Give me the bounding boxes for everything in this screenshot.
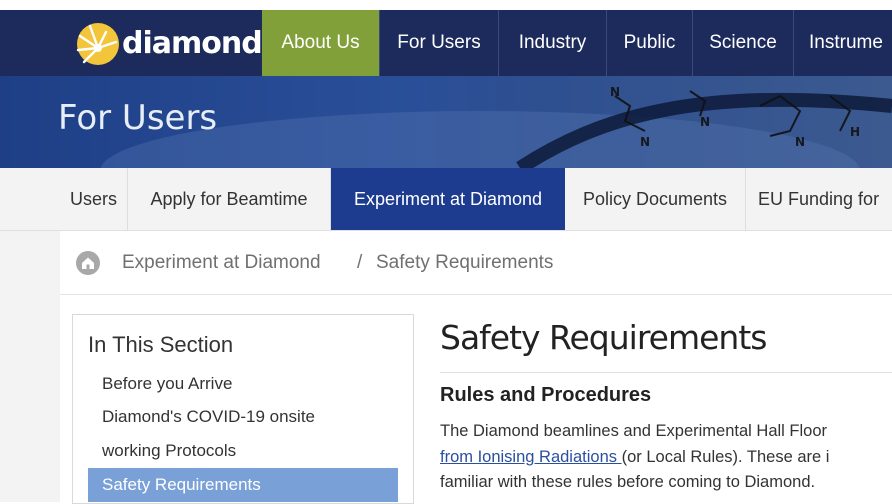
breadcrumb-separator: /	[357, 252, 363, 273]
section-heading: Rules and Procedures	[440, 384, 652, 406]
nav-for-users[interactable]: For Users	[379, 10, 498, 76]
home-icon[interactable]	[76, 251, 100, 275]
svg-text:N: N	[700, 115, 710, 129]
diamond-logo[interactable]: diamond	[72, 10, 263, 76]
paragraph-line-3: familiar with these rules before coming …	[440, 473, 816, 491]
sidebar-item-safety-requirements-label: Safety Requirements	[102, 475, 261, 494]
breadcrumb-experiment-at-diamond[interactable]: Experiment at Diamond	[122, 252, 321, 274]
sidebar-item-covid-protocols[interactable]: Diamond's COVID-19 onsite	[102, 407, 315, 427]
subnav-eu-funding[interactable]: EU Funding for	[746, 168, 892, 230]
nav-science[interactable]: Science	[692, 10, 793, 76]
page-title: Safety Requirements	[440, 318, 767, 357]
svg-text:H: H	[850, 125, 860, 139]
svg-text:N: N	[610, 85, 620, 99]
sidebar-item-covid-protocols-cont[interactable]: working Protocols	[102, 441, 236, 461]
subnav-apply-for-beamtime[interactable]: Apply for Beamtime	[128, 168, 331, 230]
top-strip	[0, 0, 892, 10]
brand-name: diamond	[122, 25, 263, 61]
nav-industry[interactable]: Industry	[498, 10, 606, 76]
paragraph-line-2-text: (or Local Rules). These are i	[621, 448, 830, 466]
svg-text:N: N	[795, 135, 805, 149]
subnav-policy-documents[interactable]: Policy Documents	[565, 168, 746, 230]
sunburst-logo-icon	[72, 18, 126, 68]
paragraph-line-1: The Diamond beamlines and Experimental H…	[440, 422, 828, 440]
subnav-users[interactable]: Users	[60, 168, 128, 230]
nav-about-us[interactable]: About Us	[262, 10, 379, 76]
sidebar-item-before-you-arrive[interactable]: Before you Arrive	[102, 374, 232, 394]
breadcrumb-safety-requirements: Safety Requirements	[376, 252, 554, 273]
paragraph-line-2: from Ionising Radiations (or Local Rules…	[440, 448, 829, 467]
ionising-radiations-link[interactable]: from Ionising Radiations	[440, 448, 622, 466]
title-divider	[440, 372, 892, 373]
banner-title: For Users	[58, 98, 218, 138]
nav-public[interactable]: Public	[606, 10, 692, 76]
sidebar-title: In This Section	[88, 332, 234, 357]
subnav-experiment-at-diamond[interactable]: Experiment at Diamond	[331, 168, 565, 230]
svg-text:N: N	[640, 135, 650, 149]
section-banner: N N N N H For Users	[0, 76, 892, 168]
nav-instruments[interactable]: Instrume	[793, 10, 892, 76]
